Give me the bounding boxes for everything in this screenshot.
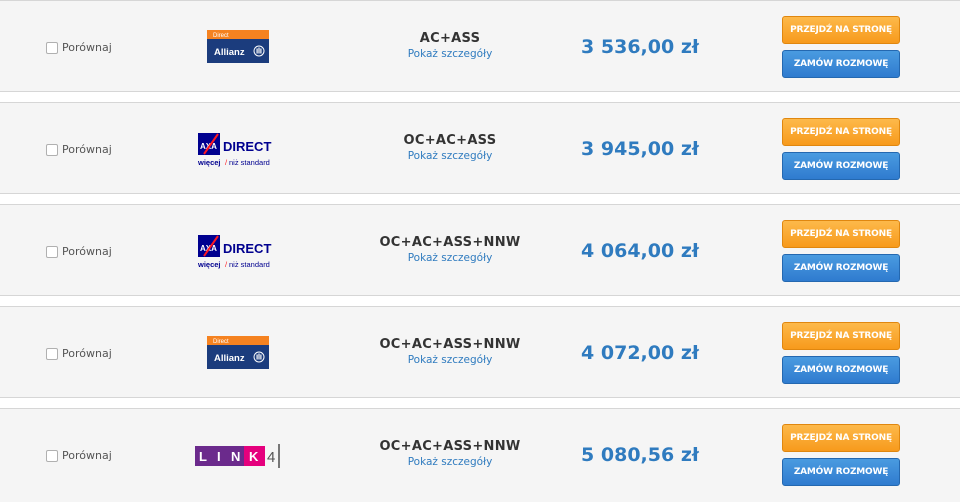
compare-label: Porównaj bbox=[62, 347, 112, 360]
compare-checkbox[interactable]: Porównaj bbox=[46, 449, 112, 462]
svg-text:/: / bbox=[225, 260, 228, 269]
order-call-button[interactable]: ZAMÓW ROZMOWĘ bbox=[782, 356, 900, 384]
svg-text:Allianz: Allianz bbox=[214, 47, 245, 58]
details-link[interactable]: Pokaż szczegóły bbox=[340, 150, 560, 162]
compare-label: Porównaj bbox=[62, 449, 112, 462]
goto-website-button[interactable]: PRZEJDŹ NA STRONĘ bbox=[782, 118, 900, 146]
compare-checkbox[interactable]: Porównaj bbox=[46, 347, 112, 360]
plan-name: OC+AC+ASS+NNW bbox=[379, 439, 521, 454]
link4-logo: L I N K 4 bbox=[192, 434, 288, 478]
offer-price: 4 072,00 zł bbox=[581, 342, 699, 364]
offer-row: Porównaj AXA DIRECT więcej / niż standar… bbox=[0, 102, 960, 194]
axa-direct-logo: AXA DIRECT więcej / niż standard bbox=[192, 128, 288, 172]
compare-checkbox[interactable]: Porównaj bbox=[46, 245, 112, 258]
svg-text:DIRECT: DIRECT bbox=[223, 139, 271, 154]
offer-row: Porównaj Direct Allianz AC+ASS Pokaż szc… bbox=[0, 0, 960, 92]
svg-text:N: N bbox=[231, 449, 240, 464]
offer-row: Porównaj AXA DIRECT więcej / niż standar… bbox=[0, 204, 960, 296]
svg-text:więcej: więcej bbox=[197, 260, 221, 269]
plan-name: OC+AC+ASS+NNW bbox=[379, 235, 521, 250]
order-call-button[interactable]: ZAMÓW ROZMOWĘ bbox=[782, 254, 900, 282]
svg-text:Allianz: Allianz bbox=[214, 353, 245, 364]
checkbox-icon[interactable] bbox=[46, 41, 58, 54]
checkbox-icon[interactable] bbox=[46, 245, 58, 258]
offer-price: 4 064,00 zł bbox=[581, 240, 699, 262]
svg-text:/: / bbox=[225, 158, 228, 167]
checkbox-icon[interactable] bbox=[46, 347, 58, 360]
svg-text:Direct: Direct bbox=[213, 339, 229, 345]
compare-checkbox[interactable]: Porównaj bbox=[46, 143, 112, 156]
checkbox-icon[interactable] bbox=[46, 143, 58, 156]
offer-row: Porównaj Direct Allianz OC+AC+ASS+NNW Po… bbox=[0, 306, 960, 398]
svg-text:niż standard: niż standard bbox=[229, 260, 270, 269]
details-link[interactable]: Pokaż szczegóły bbox=[340, 252, 560, 264]
details-link[interactable]: Pokaż szczegóły bbox=[340, 354, 560, 366]
allianz-direct-logo: Direct Allianz bbox=[192, 26, 288, 70]
plan-name: AC+ASS bbox=[419, 31, 481, 46]
plan-name: OC+AC+ASS bbox=[403, 133, 497, 148]
goto-website-button[interactable]: PRZEJDŹ NA STRONĘ bbox=[782, 322, 900, 350]
compare-label: Porównaj bbox=[62, 41, 112, 54]
order-call-button[interactable]: ZAMÓW ROZMOWĘ bbox=[782, 50, 900, 78]
order-call-button[interactable]: ZAMÓW ROZMOWĘ bbox=[782, 152, 900, 180]
compare-checkbox[interactable]: Porównaj bbox=[46, 41, 112, 54]
details-link[interactable]: Pokaż szczegóły bbox=[340, 48, 560, 60]
svg-text:niż standard: niż standard bbox=[229, 158, 270, 167]
checkbox-icon[interactable] bbox=[46, 449, 58, 462]
svg-text:4: 4 bbox=[267, 449, 275, 466]
svg-text:L: L bbox=[199, 449, 207, 464]
axa-direct-logo: AXA DIRECT więcej / niż standard bbox=[192, 230, 288, 274]
allianz-direct-logo: Direct Allianz bbox=[192, 332, 288, 376]
goto-website-button[interactable]: PRZEJDŹ NA STRONĘ bbox=[782, 220, 900, 248]
details-link[interactable]: Pokaż szczegóły bbox=[340, 456, 560, 468]
offer-price: 3 945,00 zł bbox=[581, 138, 699, 160]
offer-price: 3 536,00 zł bbox=[581, 36, 699, 58]
plan-name: OC+AC+ASS+NNW bbox=[379, 337, 521, 352]
compare-label: Porównaj bbox=[62, 245, 112, 258]
svg-text:DIRECT: DIRECT bbox=[223, 241, 271, 256]
order-call-button[interactable]: ZAMÓW ROZMOWĘ bbox=[782, 458, 900, 486]
offer-row: Porównaj L I N K 4 OC+AC+ASS+NNW Pokaż s… bbox=[0, 408, 960, 502]
goto-website-button[interactable]: PRZEJDŹ NA STRONĘ bbox=[782, 424, 900, 452]
svg-text:K: K bbox=[249, 449, 259, 464]
goto-website-button[interactable]: PRZEJDŹ NA STRONĘ bbox=[782, 16, 900, 44]
svg-text:Direct: Direct bbox=[213, 33, 229, 39]
offer-price: 5 080,56 zł bbox=[581, 444, 699, 466]
compare-label: Porównaj bbox=[62, 143, 112, 156]
svg-text:I: I bbox=[217, 449, 221, 464]
svg-text:więcej: więcej bbox=[197, 158, 221, 167]
